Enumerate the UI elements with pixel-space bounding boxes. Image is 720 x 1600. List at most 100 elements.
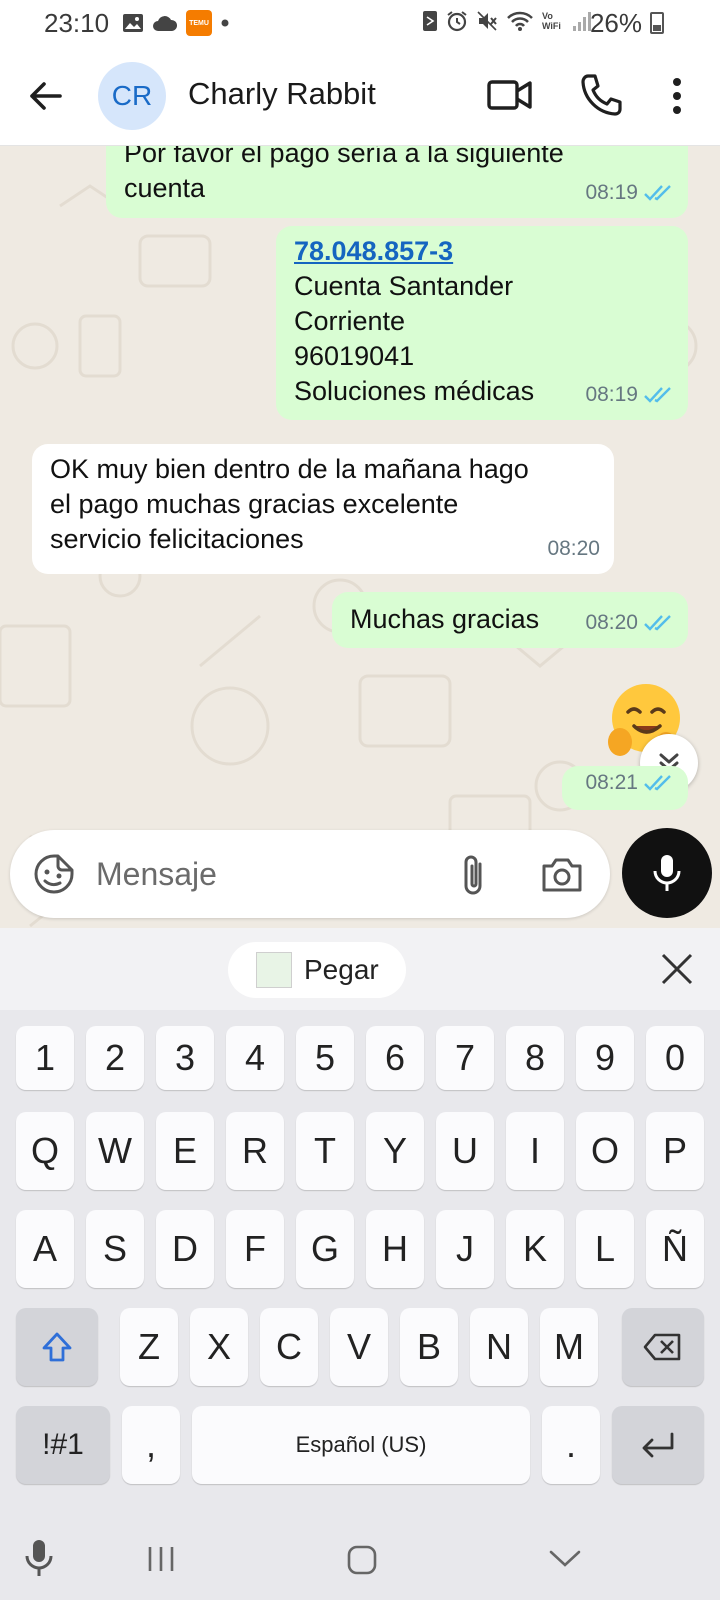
comma-key[interactable]: , bbox=[122, 1406, 180, 1484]
key-w[interactable]: W bbox=[86, 1112, 144, 1190]
symbols-key[interactable]: !#1 bbox=[16, 1406, 110, 1484]
key-3[interactable]: 3 bbox=[156, 1026, 214, 1090]
message-time: 08:21 bbox=[585, 771, 638, 794]
battery-icon bbox=[650, 12, 664, 34]
key-j[interactable]: J bbox=[436, 1210, 494, 1288]
key-0[interactable]: 0 bbox=[646, 1026, 704, 1090]
wifi-icon bbox=[507, 11, 533, 31]
paste-button[interactable]: Pegar bbox=[228, 942, 406, 998]
message-bubble-outgoing[interactable]: Por favor el pago sería a la siguiente c… bbox=[106, 146, 688, 218]
key-5[interactable]: 5 bbox=[296, 1026, 354, 1090]
message-meta: 08:19 bbox=[585, 377, 674, 412]
key-v[interactable]: V bbox=[330, 1308, 388, 1386]
attach-icon[interactable] bbox=[456, 852, 490, 898]
key-z[interactable]: Z bbox=[120, 1308, 178, 1386]
message-text-line: servicio felicitaciones bbox=[50, 524, 304, 554]
battery-percentage: 26% bbox=[589, 8, 642, 38]
key-m[interactable]: M bbox=[540, 1308, 598, 1386]
key-8[interactable]: 8 bbox=[506, 1026, 564, 1090]
avatar[interactable]: CR bbox=[98, 62, 166, 130]
camera-icon[interactable] bbox=[540, 854, 584, 894]
message-meta: 08:21 bbox=[585, 765, 674, 800]
key-7[interactable]: 7 bbox=[436, 1026, 494, 1090]
key-e[interactable]: E bbox=[156, 1112, 214, 1190]
voice-call-icon[interactable] bbox=[578, 72, 624, 118]
notification-icons: TEMU bbox=[122, 10, 230, 36]
key-d[interactable]: D bbox=[156, 1210, 214, 1288]
key-c[interactable]: C bbox=[260, 1308, 318, 1386]
read-receipt-icon bbox=[644, 386, 671, 403]
key-4[interactable]: 4 bbox=[226, 1026, 284, 1090]
key-a[interactable]: A bbox=[16, 1210, 74, 1288]
message-meta: 08:20 bbox=[547, 531, 600, 566]
key-f[interactable]: F bbox=[226, 1210, 284, 1288]
key-t[interactable]: T bbox=[296, 1112, 354, 1190]
voice-message-button[interactable] bbox=[622, 828, 712, 918]
avatar-initials: CR bbox=[111, 80, 153, 111]
key-u[interactable]: U bbox=[436, 1112, 494, 1190]
message-meta-bubble: 08:21 bbox=[562, 766, 688, 810]
back-button[interactable] bbox=[22, 72, 70, 120]
message-bubble-outgoing[interactable]: Muchas gracias 08:20 bbox=[332, 592, 688, 648]
chat-area[interactable]: Por favor el pago sería a la siguiente c… bbox=[0, 146, 720, 928]
message-meta: 08:20 bbox=[585, 605, 674, 640]
more-options-icon[interactable] bbox=[660, 72, 694, 120]
key-g[interactable]: G bbox=[296, 1210, 354, 1288]
key-1[interactable]: 1 bbox=[16, 1026, 74, 1090]
video-call-icon[interactable] bbox=[486, 74, 534, 116]
key-n-tilde[interactable]: Ñ bbox=[646, 1210, 704, 1288]
close-icon[interactable] bbox=[658, 950, 696, 988]
message-bubble-outgoing[interactable]: 78.048.857-3 Cuenta Santander Corriente … bbox=[276, 226, 688, 420]
key-o[interactable]: O bbox=[576, 1112, 634, 1190]
system-icons: Vo WiFi bbox=[422, 10, 592, 32]
space-bar[interactable]: Español (US) bbox=[192, 1406, 530, 1484]
shift-icon bbox=[42, 1332, 72, 1362]
period-key[interactable]: . bbox=[542, 1406, 600, 1484]
key-6[interactable]: 6 bbox=[366, 1026, 424, 1090]
enter-key[interactable] bbox=[612, 1406, 704, 1484]
gallery-icon bbox=[123, 14, 143, 32]
account-number-link[interactable]: 78.048.857-3 bbox=[294, 234, 670, 269]
message-time: 08:20 bbox=[547, 537, 600, 560]
key-k[interactable]: K bbox=[506, 1210, 564, 1288]
message-text-line: Corriente bbox=[294, 306, 406, 336]
key-n[interactable]: N bbox=[470, 1308, 528, 1386]
key-x[interactable]: X bbox=[190, 1308, 248, 1386]
key-b[interactable]: B bbox=[400, 1308, 458, 1386]
key-q[interactable]: Q bbox=[16, 1112, 74, 1190]
key-s[interactable]: S bbox=[86, 1210, 144, 1288]
cloud-icon bbox=[153, 16, 178, 31]
message-time: 08:20 bbox=[585, 611, 638, 634]
hide-keyboard-chevron-icon[interactable] bbox=[548, 1548, 582, 1570]
more-notifications-icon bbox=[221, 19, 229, 27]
keyboard-voice-input-icon[interactable] bbox=[22, 1538, 56, 1580]
key-9[interactable]: 9 bbox=[576, 1026, 634, 1090]
nfc-icon bbox=[423, 11, 437, 31]
home-icon[interactable] bbox=[346, 1544, 378, 1576]
message-meta: 08:19 bbox=[585, 175, 674, 210]
enter-icon bbox=[642, 1432, 674, 1458]
key-l[interactable]: L bbox=[576, 1210, 634, 1288]
paste-label: Pegar bbox=[304, 954, 379, 985]
message-text-line: 96019041 bbox=[294, 341, 415, 371]
navigation-bar bbox=[0, 1520, 720, 1600]
key-r[interactable]: R bbox=[226, 1112, 284, 1190]
contact-name[interactable]: Charly Rabbit bbox=[188, 76, 376, 112]
key-h[interactable]: H bbox=[366, 1210, 424, 1288]
message-text-line: Por favor el pago sería a la siguiente bbox=[124, 146, 564, 168]
recent-apps-icon[interactable] bbox=[146, 1544, 176, 1574]
temu-label: TEMU bbox=[189, 19, 209, 27]
key-y[interactable]: Y bbox=[366, 1112, 424, 1190]
message-bubble-incoming[interactable]: OK muy bien dentro de la mañana hago el … bbox=[32, 444, 614, 574]
key-p[interactable]: P bbox=[646, 1112, 704, 1190]
clipboard-bar: Pegar bbox=[0, 928, 720, 1010]
keyboard: 1 2 3 4 5 6 7 8 9 0 Q W E R T Y U I O P … bbox=[0, 1010, 720, 1520]
key-i[interactable]: I bbox=[506, 1112, 564, 1190]
sticker-icon[interactable] bbox=[32, 852, 76, 896]
vowifi-label: Vo WiFi bbox=[542, 11, 561, 31]
message-input[interactable] bbox=[96, 846, 426, 902]
key-2[interactable]: 2 bbox=[86, 1026, 144, 1090]
backspace-key[interactable] bbox=[622, 1308, 704, 1386]
chat-header: CR Charly Rabbit bbox=[0, 46, 720, 146]
shift-key[interactable] bbox=[16, 1308, 98, 1386]
